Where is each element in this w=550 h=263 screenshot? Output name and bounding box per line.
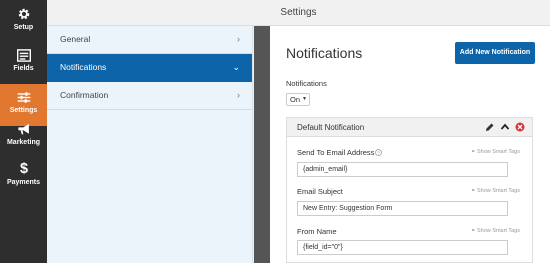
section-label: Confirmation	[60, 90, 109, 100]
notifications-panel: Notifications Add New Notification Notif…	[270, 26, 550, 263]
panel-gutter	[254, 26, 270, 263]
settings-section-list: General › Notifications ⌄ Confirmation ›	[47, 26, 253, 263]
help-icon[interactable]: ?	[375, 149, 382, 156]
dollar-icon: $	[19, 161, 27, 176]
email-subject-input[interactable]: New Entry: Suggestion Form	[297, 201, 508, 216]
notification-block-header[interactable]: Default Notification	[287, 118, 532, 137]
delete-icon[interactable]	[515, 122, 525, 132]
section-general[interactable]: General ›	[47, 26, 252, 54]
pencil-icon[interactable]	[485, 122, 495, 132]
chevron-right-icon: ›	[237, 90, 240, 100]
send-to-email-input[interactable]: {admin_email}	[297, 162, 508, 177]
sidebar-item-label: Payments	[6, 179, 41, 186]
page-title: Notifications	[286, 45, 363, 61]
page-header-title: Settings	[280, 7, 317, 18]
svg-text:?: ?	[377, 150, 380, 156]
top-bar: Settings	[47, 0, 550, 26]
chevron-right-icon: ›	[237, 34, 240, 44]
show-smart-tags-link[interactable]: ⚭ Show Smart Tags	[471, 228, 520, 234]
sidebar-item-label: Fields	[13, 65, 34, 72]
chevron-down-icon: ⌄	[232, 62, 240, 72]
notifications-toggle-select[interactable]: On ▼	[286, 93, 310, 106]
gear-icon	[18, 8, 29, 20]
sidebar-item-setup[interactable]: Setup	[0, 0, 47, 42]
fields-icon	[16, 49, 31, 62]
notifications-toggle-label: Notifications	[286, 79, 327, 88]
builder-sidebar: Setup Fields Settings Marketing $ Paymen…	[0, 0, 47, 263]
sidebar-item-payments[interactable]: $ Payments	[0, 153, 47, 195]
section-notifications[interactable]: Notifications ⌄	[47, 54, 252, 82]
field-label: Email Subject	[297, 187, 343, 196]
sliders-icon	[17, 92, 30, 103]
section-label: Notifications	[60, 62, 107, 72]
notification-block-title: Default Notification	[297, 123, 365, 132]
sidebar-item-label: Setup	[13, 24, 34, 31]
svg-text:$: $	[19, 161, 27, 176]
from-name-input[interactable]: {field_id="0"}	[297, 240, 508, 255]
section-label: General	[60, 34, 91, 44]
sidebar-item-marketing[interactable]: Marketing	[0, 116, 47, 158]
field-label: From Name	[297, 227, 337, 236]
show-smart-tags-link[interactable]: ⚭ Show Smart Tags	[471, 188, 520, 194]
caret-down-icon: ▼	[302, 96, 307, 102]
add-notification-button[interactable]: Add New Notification	[455, 42, 535, 64]
megaphone-icon	[17, 123, 29, 135]
section-confirmation[interactable]: Confirmation ›	[47, 82, 252, 110]
field-label: Send To Email Address	[297, 148, 375, 157]
chevron-up-icon[interactable]	[500, 122, 510, 132]
sidebar-item-label: Settings	[9, 107, 38, 114]
show-smart-tags-link[interactable]: ⚭ Show Smart Tags	[471, 149, 520, 155]
sidebar-item-label: Marketing	[6, 139, 41, 146]
notification-block: Default Notification Send To Email Addre…	[286, 117, 533, 263]
select-value: On	[290, 95, 301, 104]
sidebar-item-fields[interactable]: Fields	[0, 42, 47, 84]
